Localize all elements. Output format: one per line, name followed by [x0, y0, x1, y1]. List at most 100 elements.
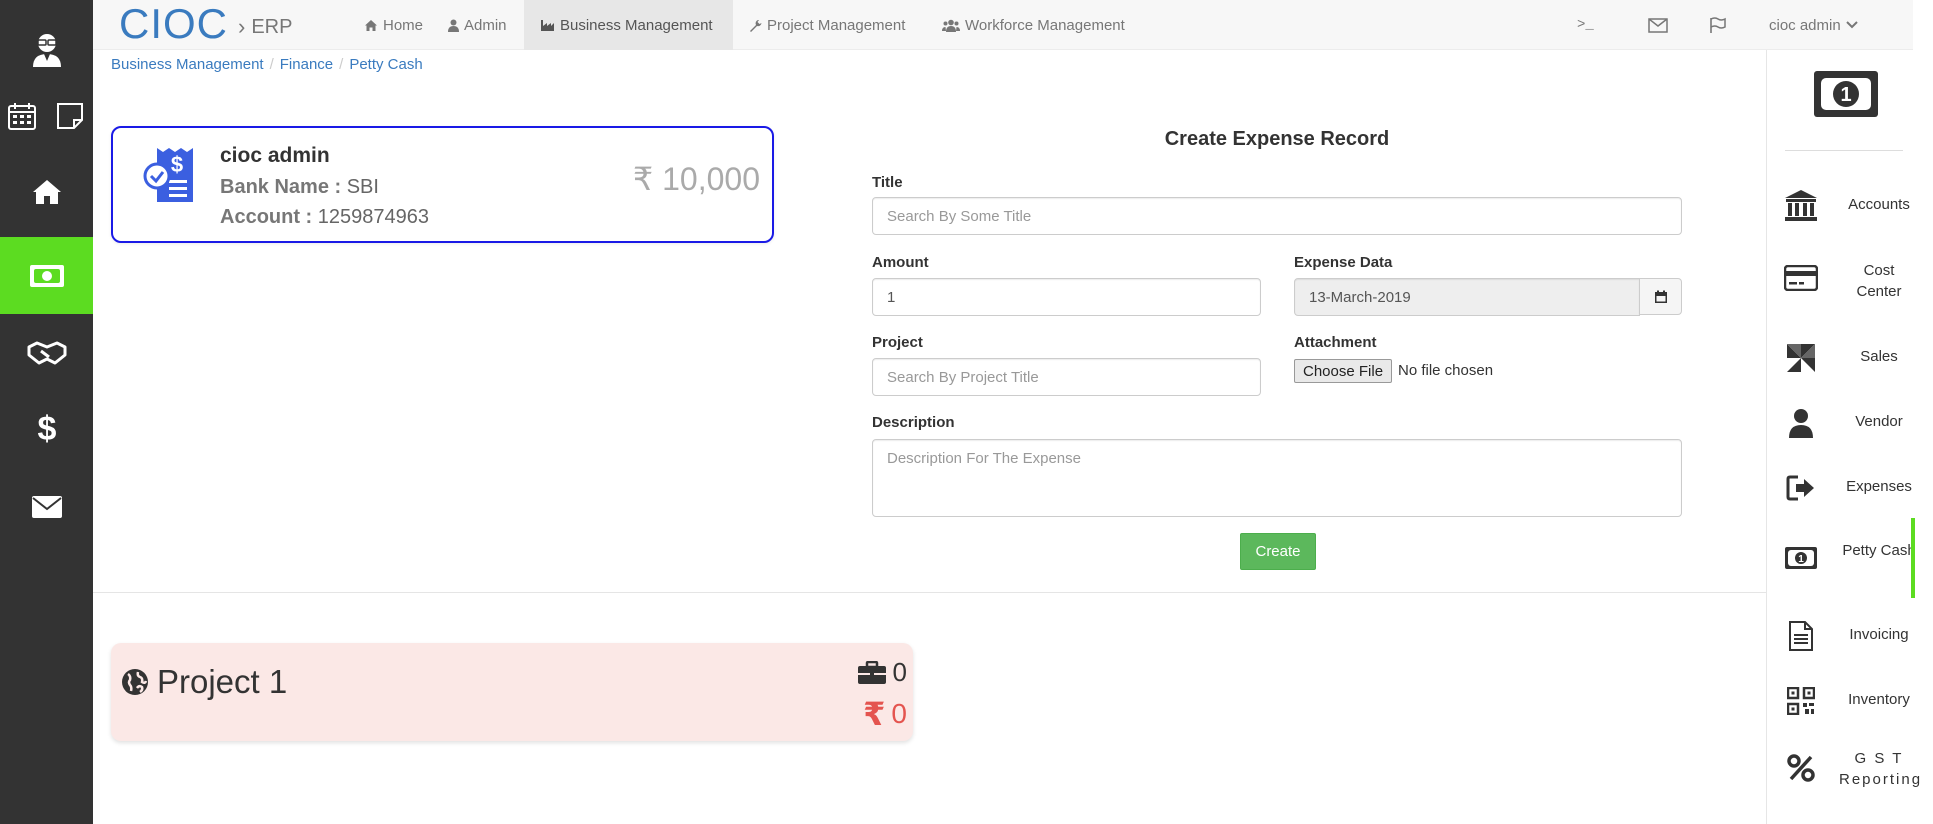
credit-card-icon: [1783, 260, 1819, 296]
user-menu[interactable]: cioc admin: [1769, 0, 1858, 50]
sidebar-item-label: Sales: [1860, 348, 1898, 365]
terminal-glyph: >_: [1577, 17, 1594, 33]
nav-project-management-label: Project Management: [767, 16, 906, 34]
industry-icon: [541, 19, 554, 31]
svg-text:$: $: [171, 152, 183, 177]
project-label: Project: [872, 334, 923, 351]
envelope-icon[interactable]: [0, 487, 93, 527]
section-divider: [93, 592, 1766, 593]
sidebar-item-label: Accounts: [1848, 196, 1910, 213]
brand-name: CIOC: [119, 0, 228, 47]
amount-label: Amount: [872, 254, 929, 271]
breadcrumb-business-management[interactable]: Business Management: [111, 56, 264, 73]
project-title: Project 1: [157, 663, 288, 700]
project-count-value: 0: [892, 657, 907, 687]
nav-admin-label: Admin: [464, 16, 507, 34]
envelope-icon[interactable]: [1648, 0, 1668, 50]
money-icon[interactable]: [0, 256, 93, 296]
account-number-row: Account : 1259874963: [220, 206, 429, 229]
user-icon: [1783, 405, 1819, 441]
top-navbar: CIOC › ERP Home Admin Business Managemen…: [93, 0, 1913, 50]
user-avatar-icon[interactable]: [0, 22, 93, 76]
brand-logo[interactable]: CIOC › ERP: [119, 0, 292, 48]
sidebar-item-cost-center[interactable]: Cost Center: [1767, 250, 1927, 306]
bank-name-row: Bank Name : SBI: [220, 176, 379, 199]
sticky-note-icon[interactable]: [52, 96, 88, 136]
expense-date-label: Expense Data: [1294, 254, 1393, 271]
breadcrumb-finance[interactable]: Finance: [280, 56, 333, 73]
svg-text:1: 1: [1840, 84, 1851, 106]
nav-business-management[interactable]: Business Management: [524, 0, 733, 50]
bank-name-label: Bank Name :: [220, 176, 342, 198]
project-input[interactable]: [872, 358, 1261, 396]
sidebar-item-invoicing[interactable]: Invoicing: [1767, 608, 1927, 664]
money-icon: 1: [1783, 540, 1819, 576]
bank-name-value: SBI: [346, 176, 379, 198]
sidebar-item-expenses[interactable]: Expenses: [1767, 460, 1927, 516]
sidebar-item-gst-reporting[interactable]: G S T Reporting: [1767, 740, 1927, 796]
rupee-icon: ₹: [863, 696, 886, 732]
form-title: Create Expense Record: [1164, 128, 1390, 150]
sidebar-item-sales[interactable]: Sales: [1767, 330, 1927, 386]
handshake-icon[interactable]: [0, 333, 93, 373]
file-status: No file chosen: [1398, 362, 1494, 379]
sidebar-item-label: Invoicing: [1849, 626, 1909, 643]
project-amount-value: 0: [891, 698, 907, 729]
chevron-down-icon: [1845, 21, 1858, 29]
nav-workforce-management-label: Workforce Management: [965, 16, 1125, 34]
right-sidebar-scrollbar[interactable]: [1911, 518, 1915, 598]
calendar-icon[interactable]: [4, 96, 40, 136]
project-title-row: Project 1: [121, 663, 287, 701]
nav-home[interactable]: Home: [348, 0, 439, 50]
account-holder-name: cioc admin: [220, 144, 330, 167]
home-icon[interactable]: [0, 172, 93, 212]
account-card[interactable]: $ cioc admin Bank Name : SBI Account : 1…: [111, 126, 774, 243]
right-sidebar-divider: [1785, 150, 1903, 151]
nav-project-management[interactable]: Project Management: [733, 0, 921, 50]
project-count: 0: [857, 657, 907, 688]
sidebar-item-inventory[interactable]: Inventory: [1767, 673, 1927, 729]
breadcrumb: Business Management / Finance / Petty Ca…: [111, 56, 423, 73]
sidebar-item-label: G S T Reporting: [1839, 750, 1923, 788]
percent-icon: [1783, 750, 1819, 786]
expense-date-input[interactable]: [1294, 278, 1640, 316]
create-button[interactable]: Create: [1240, 533, 1316, 570]
file-text-icon: [1783, 618, 1819, 654]
attachment-label: Attachment: [1294, 334, 1377, 351]
sidebar-item-vendor[interactable]: Vendor: [1767, 395, 1927, 451]
title-input[interactable]: [872, 197, 1682, 235]
dollar-icon[interactable]: $: [0, 408, 93, 448]
calendar-button[interactable]: [1639, 278, 1682, 315]
account-balance: ₹ 10,000: [632, 161, 760, 197]
calendar-icon: [1654, 290, 1667, 303]
breadcrumb-separator: /: [269, 56, 274, 73]
terminal-icon[interactable]: >_: [1577, 0, 1594, 50]
description-label: Description: [872, 414, 955, 431]
project-card[interactable]: Project 1 0 ₹ 0: [111, 643, 913, 741]
sidebar-item-accounts[interactable]: Accounts: [1767, 178, 1927, 234]
money-icon: 1: [1813, 70, 1879, 123]
svg-text:$: $: [37, 411, 56, 445]
nav-admin[interactable]: Admin: [432, 0, 523, 50]
amount-input[interactable]: [872, 278, 1261, 316]
sidebar-item-label: Expenses: [1846, 478, 1912, 495]
brand-separator: ›: [238, 14, 246, 39]
bank-icon: [1783, 188, 1819, 224]
briefcase-icon: [857, 660, 886, 684]
sidebar-item-label: Vendor: [1855, 413, 1903, 430]
sidebar-item-petty-cash[interactable]: 1 Petty Cash: [1767, 530, 1927, 586]
account-number-value: 1259874963: [317, 206, 430, 228]
flag-icon[interactable]: [1709, 0, 1727, 50]
users-icon: [942, 19, 960, 32]
qrcode-icon: [1783, 683, 1819, 719]
description-textarea[interactable]: [872, 439, 1682, 517]
nav-workforce-management[interactable]: Workforce Management: [926, 0, 1141, 50]
receipt-check-icon: $: [143, 146, 199, 209]
project-amount: ₹ 0: [863, 695, 907, 733]
breadcrumb-petty-cash[interactable]: Petty Cash: [349, 56, 422, 73]
right-sidebar: 1 Accounts Cost Center Sales Vendor Expe…: [1766, 50, 1933, 824]
home-icon: [365, 19, 377, 31]
choose-file-button[interactable]: Choose File: [1294, 359, 1393, 383]
brand-subtitle: ERP: [251, 15, 293, 38]
nav-home-label: Home: [383, 16, 424, 34]
